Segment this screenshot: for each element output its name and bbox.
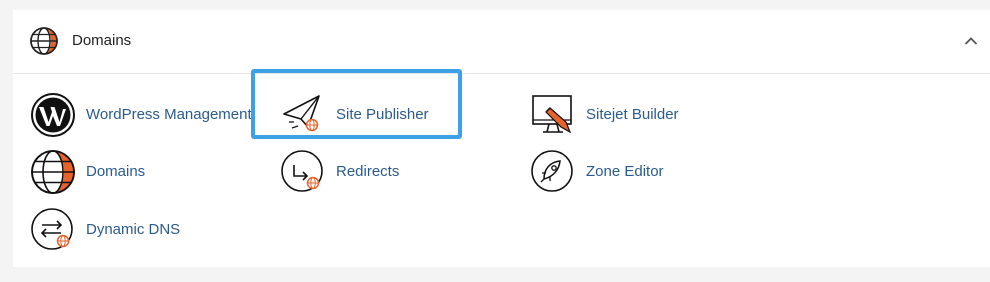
wordpress-icon bbox=[31, 93, 75, 137]
domains-section-header[interactable]: Domains bbox=[13, 10, 990, 74]
item-label: Domains bbox=[86, 163, 146, 180]
item-label: Zone Editor bbox=[586, 163, 664, 180]
domains-panel: Domains WordPress Management Site Publis… bbox=[13, 10, 990, 267]
item-label: Sitejet Builder bbox=[586, 106, 679, 123]
item-label: Dynamic DNS bbox=[86, 221, 181, 238]
globe-icon bbox=[31, 150, 75, 194]
globe-icon bbox=[30, 27, 58, 55]
redirect-arrow-icon bbox=[281, 150, 323, 192]
exchange-arrows-icon bbox=[31, 208, 73, 250]
item-label: WordPress Management bbox=[86, 106, 252, 123]
item-label: Redirects bbox=[336, 163, 400, 180]
rocket-icon bbox=[531, 150, 573, 192]
monitor-pen-icon bbox=[532, 95, 572, 134]
chevron-up-icon[interactable] bbox=[964, 36, 978, 46]
paper-plane-icon bbox=[283, 95, 320, 132]
item-label: Site Publisher bbox=[336, 106, 429, 123]
section-title: Domains bbox=[72, 32, 132, 49]
